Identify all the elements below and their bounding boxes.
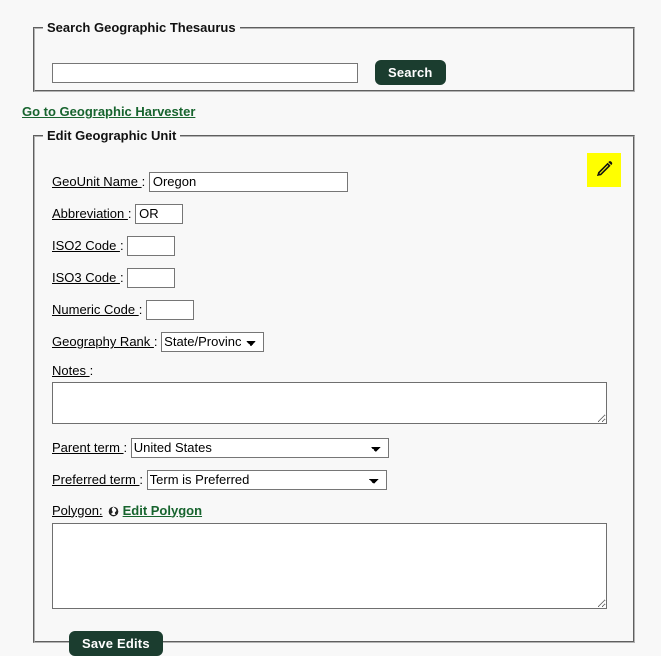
iso2-code-label: ISO2 Code : <box>52 238 124 253</box>
field-row-notes-label: Notes : <box>52 363 617 378</box>
edit-polygon-link[interactable]: Edit Polygon <box>123 503 202 518</box>
geography-rank-label: Geography Rank : <box>52 334 158 349</box>
edit-geographic-unit-panel: Edit Geographic Unit GeoUnit Name : Abbr… <box>33 128 635 656</box>
iso3-code-input[interactable] <box>127 267 176 288</box>
polygon-textarea[interactable] <box>52 523 607 609</box>
field-row-parent-term: Parent term : United States <box>52 437 617 458</box>
preferred-term-select[interactable]: Term is Preferred <box>146 469 387 490</box>
field-row-abbreviation: Abbreviation : <box>52 203 617 224</box>
iso2-code-input[interactable] <box>127 235 176 256</box>
geography-rank-select[interactable]: State/Province <box>161 331 265 352</box>
go-to-geographic-harvester-link[interactable]: Go to Geographic Harvester <box>22 104 195 119</box>
numeric-code-label: Numeric Code : <box>52 302 143 317</box>
field-row-numeric-code: Numeric Code : <box>52 299 617 320</box>
edit-form: GeoUnit Name : Abbreviation : ISO2 Code … <box>52 171 617 656</box>
search-input[interactable] <box>52 62 358 83</box>
save-edits-button[interactable]: Save Edits <box>69 631 163 656</box>
notes-textarea[interactable] <box>52 382 607 424</box>
parent-term-label: Parent term : <box>52 440 128 455</box>
parent-term-select[interactable]: United States <box>130 437 389 458</box>
page-root: Search Geographic Thesaurus Search Go to… <box>0 0 661 656</box>
abbreviation-label: Abbreviation : <box>52 206 132 221</box>
iso3-code-label: ISO3 Code : <box>52 270 124 285</box>
pencil-icon <box>593 158 615 183</box>
abbreviation-input[interactable] <box>135 203 184 224</box>
edit-pencil-badge[interactable] <box>587 153 621 187</box>
notes-label: Notes : <box>52 363 94 378</box>
polygon-label: Polygon: <box>52 502 103 518</box>
field-row-geounit-name: GeoUnit Name : <box>52 171 617 192</box>
geounit-name-label: GeoUnit Name : <box>52 174 146 189</box>
field-row-iso3-code: ISO3 Code : <box>52 267 617 288</box>
field-row-iso2-code: ISO2 Code : <box>52 235 617 256</box>
search-button[interactable]: Search <box>375 60 446 85</box>
field-row-geography-rank: Geography Rank : State/Province <box>52 331 617 352</box>
field-row-preferred-term: Preferred term : Term is Preferred <box>52 469 617 490</box>
field-row-polygon: Polygon: Edit Polygon <box>52 501 617 519</box>
save-button-wrap: Save Edits <box>69 631 617 656</box>
search-thesaurus-panel: Search Geographic Thesaurus Search <box>33 20 635 92</box>
geounit-name-input[interactable] <box>148 171 348 192</box>
numeric-code-input[interactable] <box>145 299 194 320</box>
search-row: Search <box>52 60 446 85</box>
preferred-term-label: Preferred term : <box>52 472 144 487</box>
edit-panel-legend: Edit Geographic Unit <box>47 128 177 143</box>
globe-icon <box>108 505 119 516</box>
search-panel-legend: Search Geographic Thesaurus <box>47 20 236 35</box>
